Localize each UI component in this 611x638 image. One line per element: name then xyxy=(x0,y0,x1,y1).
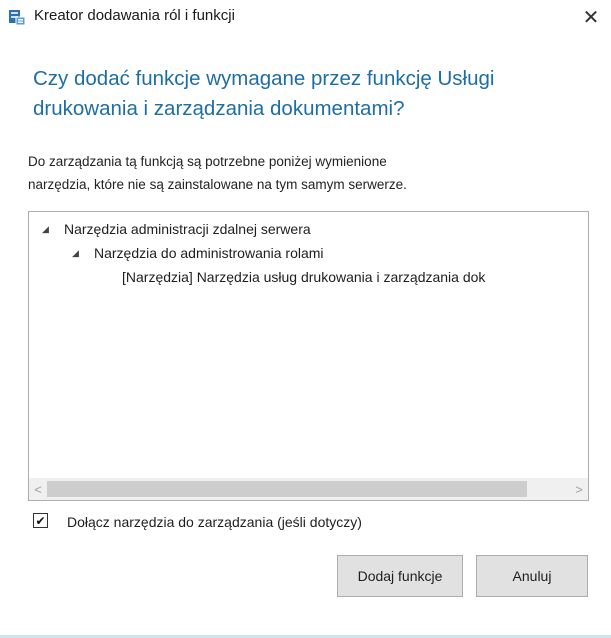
window-title: Kreator dodawania ról i funkcji xyxy=(34,7,235,24)
description-line-1: Do zarządzania tą funkcją są potrzebne p… xyxy=(28,154,387,169)
tree-item-print-tools[interactable]: [Narzędzia] Narzędzia usług drukowania i… xyxy=(122,267,485,287)
include-tools-checkbox[interactable]: ✔ xyxy=(33,513,48,528)
title-bar: Kreator dodawania ról i funkcji ✕ xyxy=(0,0,611,34)
scroll-thumb[interactable] xyxy=(47,481,527,497)
add-features-button[interactable]: Dodaj funkcje xyxy=(337,555,463,597)
heading-line-1: Czy dodać funkcje wymagane przez funkcję… xyxy=(33,67,495,90)
cancel-button[interactable]: Anuluj xyxy=(476,555,588,597)
expanded-arrow-icon[interactable]: ◢ xyxy=(72,243,79,263)
checkmark-icon: ✔ xyxy=(35,513,46,528)
dialog-description: Do zarządzania tą funkcją są potrzebne p… xyxy=(28,150,588,196)
include-tools-label[interactable]: Dołącz narzędzia do zarządzania (jeśli d… xyxy=(67,513,362,531)
server-manager-icon xyxy=(8,8,26,26)
dialog-heading: Czy dodać funkcje wymagane przez funkcję… xyxy=(33,64,593,124)
heading-line-2: drukowania i zarządzania dokumentami? xyxy=(33,97,405,120)
features-tree[interactable]: ◢ Narzędzia administracji zdalnej serwer… xyxy=(28,211,589,501)
tree-item-role-admin-tools[interactable]: Narzędzia do administrowania rolami xyxy=(94,243,324,263)
tree-item-remote-admin-tools[interactable]: Narzędzia administracji zdalnej serwera xyxy=(64,219,311,239)
expanded-arrow-icon[interactable]: ◢ xyxy=(42,219,49,239)
close-button[interactable]: ✕ xyxy=(571,0,611,34)
horizontal-scrollbar[interactable]: < > xyxy=(29,478,588,500)
scroll-left-icon[interactable]: < xyxy=(29,478,47,500)
description-line-2: narzędzia, które nie są zainstalowane na… xyxy=(28,177,407,192)
scroll-right-icon[interactable]: > xyxy=(570,478,588,500)
